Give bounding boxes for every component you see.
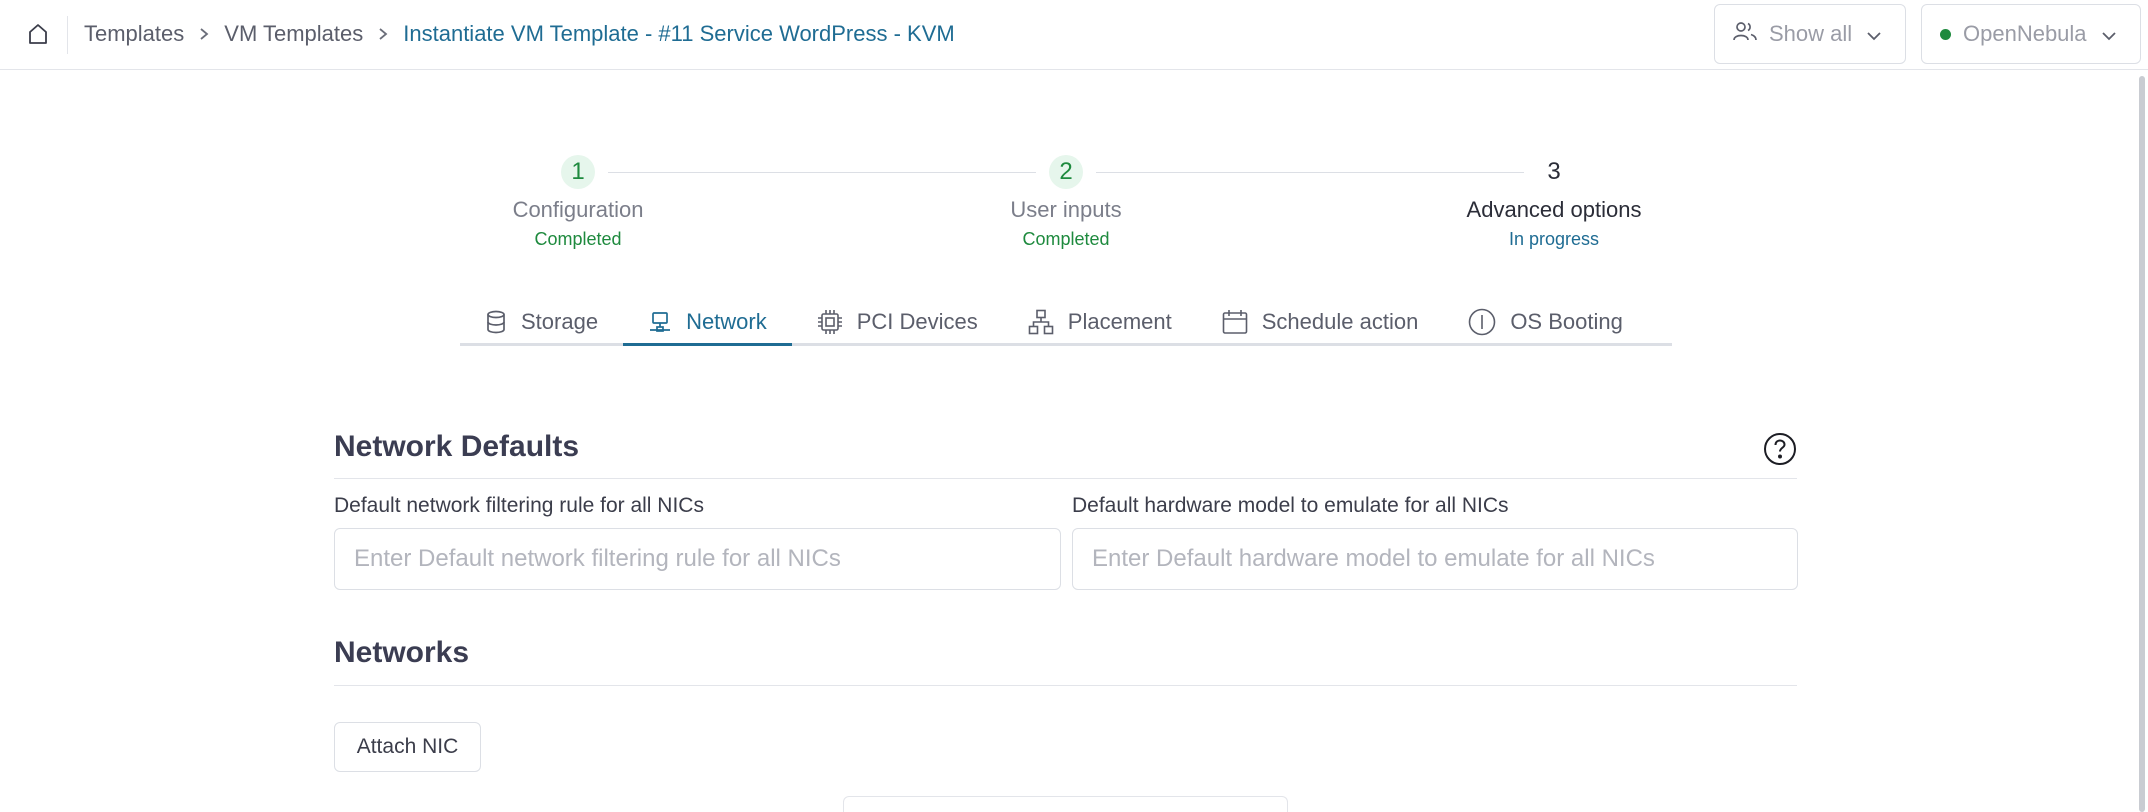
advanced-options-tabs: Storage Network PCI Devices Placement Sc… bbox=[460, 300, 1672, 346]
tab-label: OS Booting bbox=[1510, 308, 1623, 334]
group-filter-label: Show all bbox=[1769, 21, 1853, 46]
step-title: Configuration bbox=[512, 197, 644, 222]
step-status: Completed bbox=[1022, 229, 1110, 249]
section-divider bbox=[334, 478, 1797, 479]
step-title: Advanced options bbox=[1466, 197, 1642, 222]
database-icon bbox=[485, 310, 507, 334]
step-configuration[interactable]: 1 Configuration Completed bbox=[468, 155, 688, 250]
group-filter-button[interactable]: Show all bbox=[1714, 4, 1906, 64]
zone-selector-button[interactable]: OpenNebula bbox=[1921, 4, 2141, 64]
step-user-inputs[interactable]: 2 User inputs Completed bbox=[956, 155, 1176, 250]
filter-rule-input[interactable] bbox=[334, 528, 1061, 590]
header-divider bbox=[67, 16, 68, 54]
step-status: In progress bbox=[1508, 229, 1600, 249]
users-icon bbox=[1733, 20, 1757, 48]
tab-label: Network bbox=[686, 308, 767, 334]
zone-status-dot bbox=[1940, 28, 1951, 40]
step-advanced-options[interactable]: 3 Advanced options In progress bbox=[1444, 155, 1664, 250]
network-icon bbox=[648, 311, 672, 333]
calendar-icon bbox=[1222, 309, 1248, 335]
tab-label: PCI Devices bbox=[856, 308, 978, 334]
breadcrumb-vm-templates[interactable]: VM Templates bbox=[224, 21, 363, 47]
step-number: 3 bbox=[1547, 158, 1561, 185]
section-divider bbox=[334, 685, 1797, 686]
tab-schedule-action[interactable]: Schedule action bbox=[1197, 300, 1444, 343]
attach-nic-button[interactable]: Attach NIC bbox=[334, 722, 481, 772]
breadcrumb-templates[interactable]: Templates bbox=[84, 21, 184, 47]
hardware-model-label: Default hardware model to emulate for al… bbox=[1072, 494, 1509, 517]
chevron-down-icon bbox=[1866, 21, 1882, 47]
step-number: 2 bbox=[1049, 155, 1083, 189]
hierarchy-icon bbox=[1028, 309, 1054, 335]
tab-network[interactable]: Network bbox=[623, 300, 792, 346]
chip-icon bbox=[817, 309, 843, 335]
step-number: 1 bbox=[561, 155, 595, 189]
help-icon[interactable] bbox=[1763, 432, 1797, 466]
home-button[interactable] bbox=[22, 20, 54, 52]
nic-list-container bbox=[843, 796, 1288, 812]
info-icon bbox=[1468, 308, 1496, 336]
chevron-down-icon bbox=[2101, 21, 2117, 47]
hardware-model-input[interactable] bbox=[1072, 528, 1798, 590]
network-defaults-title: Network Defaults bbox=[334, 430, 580, 463]
tab-storage[interactable]: Storage bbox=[460, 300, 623, 343]
step-title: User inputs bbox=[1010, 197, 1122, 222]
networks-title: Networks bbox=[334, 636, 470, 669]
vertical-scrollbar[interactable] bbox=[2139, 76, 2145, 812]
zone-label: OpenNebula bbox=[1963, 21, 2087, 46]
tab-label: Storage bbox=[521, 308, 599, 334]
chevron-right-icon bbox=[198, 27, 210, 41]
tab-label: Schedule action bbox=[1261, 308, 1419, 334]
breadcrumb-current: Instantiate VM Template - #11 Service Wo… bbox=[403, 21, 955, 46]
tab-os-booting[interactable]: OS Booting bbox=[1443, 300, 1648, 343]
step-status: Completed bbox=[534, 229, 622, 249]
breadcrumb: Templates VM Templates Instantiate VM Te… bbox=[84, 0, 955, 68]
top-header: Templates VM Templates Instantiate VM Te… bbox=[0, 0, 2148, 70]
tab-label: Placement bbox=[1067, 308, 1172, 334]
tab-pci-devices[interactable]: PCI Devices bbox=[792, 300, 1003, 343]
chevron-right-icon bbox=[377, 27, 389, 41]
home-icon bbox=[26, 22, 50, 51]
tab-placement[interactable]: Placement bbox=[1003, 300, 1197, 343]
filter-rule-label: Default network filtering rule for all N… bbox=[334, 494, 704, 517]
